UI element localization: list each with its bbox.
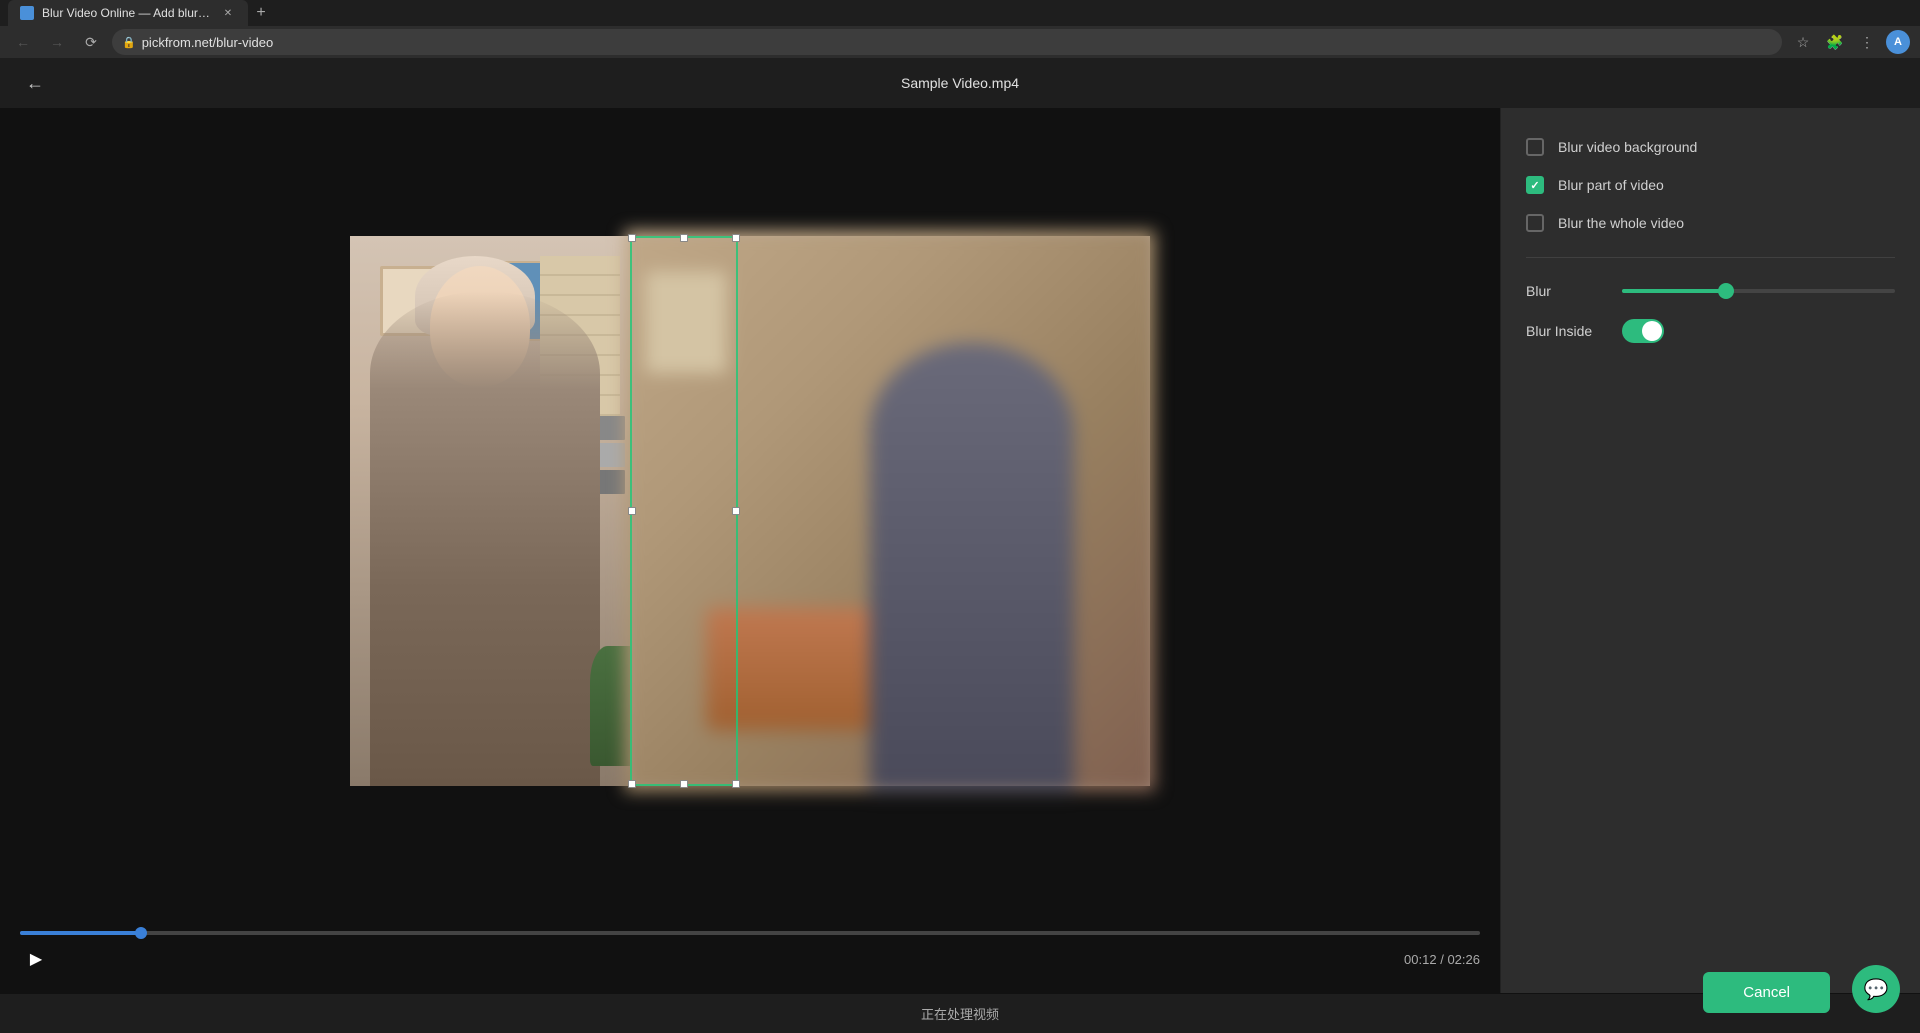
address-bar[interactable]: 🔒 pickfrom.net/blur-video [112,29,1782,55]
blur-slider-row: Blur [1526,283,1895,299]
new-tab-button[interactable]: + [248,0,274,26]
blur-slider-label: Blur [1526,283,1606,299]
chat-icon: 💬 [1864,977,1889,1002]
progress-bar[interactable] [20,931,1480,935]
tab-close-button[interactable]: ✕ [220,5,236,21]
lock-icon: 🔒 [122,36,136,49]
back-button[interactable]: ← [20,68,50,98]
blur-whole-option: Blur the whole video [1526,214,1895,232]
bookmark-icon[interactable]: ☆ [1790,29,1816,55]
blur-part-checkbox[interactable] [1526,176,1544,194]
address-url: pickfrom.net/blur-video [142,35,1772,50]
blur-inside-label: Blur Inside [1526,323,1606,339]
app-container: ← Sample Video.mp4 [0,58,1920,1033]
person-figure [370,291,600,786]
back-nav-button[interactable]: ← [10,29,36,55]
blur-whole-checkbox[interactable] [1526,214,1544,232]
divider-1 [1526,257,1895,258]
person-left-area [350,236,630,786]
progress-bar-fill [20,931,141,935]
toolbar-right: ☆ 🧩 ⋮ A [1790,29,1910,55]
browser-toolbar: ← → ⟳ 🔒 pickfrom.net/blur-video ☆ 🧩 ⋮ A [0,26,1920,58]
profile-avatar[interactable]: A [1886,30,1910,54]
blurred-video-area [625,230,1155,791]
page-title: Sample Video.mp4 [901,75,1019,91]
main-content: ▶ 00:12 / 02:26 Blur video background [0,108,1920,993]
tab-favicon [20,6,34,20]
video-frame [350,236,1150,786]
play-button[interactable]: ▶ [20,943,52,975]
blur-inside-toggle[interactable] [1622,319,1664,343]
browser-tab-bar: Blur Video Online — Add blur e... ✕ + [0,0,1920,26]
controls-row: ▶ 00:12 / 02:26 [20,943,1480,975]
right-panel: Blur video background Blur part of video… [1500,108,1920,993]
browser-chrome: Blur Video Online — Add blur e... ✕ + ← … [0,0,1920,58]
menu-icon[interactable]: ⋮ [1854,29,1880,55]
video-scene [350,236,1150,786]
current-time: 00:12 [1404,952,1437,967]
status-bar: 正在处理视频 [0,993,1920,1033]
time-display: 00:12 / 02:26 [1404,952,1480,967]
blur-slider-thumb[interactable] [1718,283,1734,299]
blur-slider-fill [1622,289,1726,293]
reload-button[interactable]: ⟳ [78,29,104,55]
blur-background-option: Blur video background [1526,138,1895,156]
blur-background-checkbox[interactable] [1526,138,1544,156]
status-text: 正在处理视频 [921,1004,999,1023]
total-time: 02:26 [1447,952,1480,967]
blur-background-label: Blur video background [1558,139,1697,155]
blur-inside-row: Blur Inside [1526,319,1895,343]
blur-part-option: Blur part of video [1526,176,1895,194]
chat-bubble-button[interactable]: 💬 [1852,965,1900,1013]
blur-part-label: Blur part of video [1558,177,1664,193]
cancel-button[interactable]: Cancel [1703,972,1830,1013]
tab-title: Blur Video Online — Add blur e... [42,6,212,20]
blur-slider[interactable] [1622,289,1895,293]
video-container [0,108,1500,913]
video-controls: ▶ 00:12 / 02:26 [0,913,1500,993]
video-area: ▶ 00:12 / 02:26 [0,108,1500,993]
browser-tab-active[interactable]: Blur Video Online — Add blur e... ✕ [8,0,248,26]
blur-inside-knob [1642,321,1662,341]
progress-dot [135,927,147,939]
forward-nav-button[interactable]: → [44,29,70,55]
blur-person-figure [870,342,1074,791]
extensions-icon[interactable]: 🧩 [1822,29,1848,55]
blur-whole-label: Blur the whole video [1558,215,1684,231]
blur-wall-decor [645,271,727,373]
app-header: ← Sample Video.mp4 [0,58,1920,108]
